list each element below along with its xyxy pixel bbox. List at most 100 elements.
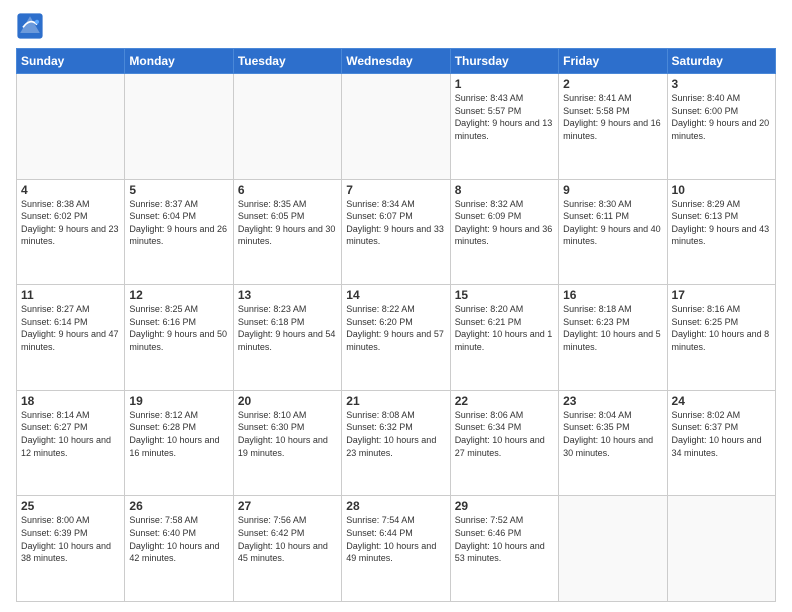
- weekday-header-monday: Monday: [125, 49, 233, 74]
- day-info: Sunrise: 8:43 AMSunset: 5:57 PMDaylight:…: [455, 92, 554, 142]
- day-number: 22: [455, 394, 554, 408]
- day-info: Sunrise: 8:38 AMSunset: 6:02 PMDaylight:…: [21, 198, 120, 248]
- day-number: 20: [238, 394, 337, 408]
- calendar-cell: 23Sunrise: 8:04 AMSunset: 6:35 PMDayligh…: [559, 390, 667, 496]
- day-number: 1: [455, 77, 554, 91]
- calendar-cell: 19Sunrise: 8:12 AMSunset: 6:28 PMDayligh…: [125, 390, 233, 496]
- calendar-cell: 8Sunrise: 8:32 AMSunset: 6:09 PMDaylight…: [450, 179, 558, 285]
- page: SundayMondayTuesdayWednesdayThursdayFrid…: [0, 0, 792, 612]
- day-info: Sunrise: 7:54 AMSunset: 6:44 PMDaylight:…: [346, 514, 445, 564]
- calendar-header-row: SundayMondayTuesdayWednesdayThursdayFrid…: [17, 49, 776, 74]
- weekday-header-wednesday: Wednesday: [342, 49, 450, 74]
- calendar-cell: 16Sunrise: 8:18 AMSunset: 6:23 PMDayligh…: [559, 285, 667, 391]
- day-info: Sunrise: 8:40 AMSunset: 6:00 PMDaylight:…: [672, 92, 771, 142]
- day-info: Sunrise: 8:14 AMSunset: 6:27 PMDaylight:…: [21, 409, 120, 459]
- generalblue-logo-icon: [16, 12, 44, 40]
- day-info: Sunrise: 8:20 AMSunset: 6:21 PMDaylight:…: [455, 303, 554, 353]
- weekday-header-sunday: Sunday: [17, 49, 125, 74]
- day-number: 19: [129, 394, 228, 408]
- calendar-cell: [125, 74, 233, 180]
- day-number: 7: [346, 183, 445, 197]
- calendar-cell: 1Sunrise: 8:43 AMSunset: 5:57 PMDaylight…: [450, 74, 558, 180]
- day-info: Sunrise: 8:22 AMSunset: 6:20 PMDaylight:…: [346, 303, 445, 353]
- day-info: Sunrise: 8:02 AMSunset: 6:37 PMDaylight:…: [672, 409, 771, 459]
- calendar-week-row: 18Sunrise: 8:14 AMSunset: 6:27 PMDayligh…: [17, 390, 776, 496]
- calendar-cell: 17Sunrise: 8:16 AMSunset: 6:25 PMDayligh…: [667, 285, 775, 391]
- day-info: Sunrise: 8:30 AMSunset: 6:11 PMDaylight:…: [563, 198, 662, 248]
- day-number: 6: [238, 183, 337, 197]
- calendar-cell: [559, 496, 667, 602]
- day-number: 29: [455, 499, 554, 513]
- day-number: 14: [346, 288, 445, 302]
- day-number: 18: [21, 394, 120, 408]
- calendar-cell: 20Sunrise: 8:10 AMSunset: 6:30 PMDayligh…: [233, 390, 341, 496]
- calendar-cell: 14Sunrise: 8:22 AMSunset: 6:20 PMDayligh…: [342, 285, 450, 391]
- day-info: Sunrise: 8:04 AMSunset: 6:35 PMDaylight:…: [563, 409, 662, 459]
- calendar-cell: 6Sunrise: 8:35 AMSunset: 6:05 PMDaylight…: [233, 179, 341, 285]
- day-number: 13: [238, 288, 337, 302]
- day-number: 12: [129, 288, 228, 302]
- calendar-cell: 21Sunrise: 8:08 AMSunset: 6:32 PMDayligh…: [342, 390, 450, 496]
- header: [16, 12, 776, 40]
- calendar-cell: [667, 496, 775, 602]
- day-info: Sunrise: 8:23 AMSunset: 6:18 PMDaylight:…: [238, 303, 337, 353]
- day-info: Sunrise: 8:18 AMSunset: 6:23 PMDaylight:…: [563, 303, 662, 353]
- calendar-cell: 27Sunrise: 7:56 AMSunset: 6:42 PMDayligh…: [233, 496, 341, 602]
- day-number: 27: [238, 499, 337, 513]
- calendar-table: SundayMondayTuesdayWednesdayThursdayFrid…: [16, 48, 776, 602]
- calendar-cell: 29Sunrise: 7:52 AMSunset: 6:46 PMDayligh…: [450, 496, 558, 602]
- day-info: Sunrise: 8:10 AMSunset: 6:30 PMDaylight:…: [238, 409, 337, 459]
- calendar-cell: 22Sunrise: 8:06 AMSunset: 6:34 PMDayligh…: [450, 390, 558, 496]
- calendar-cell: [17, 74, 125, 180]
- calendar-cell: 4Sunrise: 8:38 AMSunset: 6:02 PMDaylight…: [17, 179, 125, 285]
- day-info: Sunrise: 8:32 AMSunset: 6:09 PMDaylight:…: [455, 198, 554, 248]
- calendar-cell: 13Sunrise: 8:23 AMSunset: 6:18 PMDayligh…: [233, 285, 341, 391]
- day-number: 9: [563, 183, 662, 197]
- day-info: Sunrise: 8:12 AMSunset: 6:28 PMDaylight:…: [129, 409, 228, 459]
- day-number: 25: [21, 499, 120, 513]
- calendar-week-row: 25Sunrise: 8:00 AMSunset: 6:39 PMDayligh…: [17, 496, 776, 602]
- day-number: 8: [455, 183, 554, 197]
- day-number: 10: [672, 183, 771, 197]
- day-number: 15: [455, 288, 554, 302]
- day-info: Sunrise: 8:06 AMSunset: 6:34 PMDaylight:…: [455, 409, 554, 459]
- day-number: 23: [563, 394, 662, 408]
- calendar-cell: 26Sunrise: 7:58 AMSunset: 6:40 PMDayligh…: [125, 496, 233, 602]
- day-info: Sunrise: 8:29 AMSunset: 6:13 PMDaylight:…: [672, 198, 771, 248]
- day-number: 24: [672, 394, 771, 408]
- day-number: 4: [21, 183, 120, 197]
- calendar-cell: 2Sunrise: 8:41 AMSunset: 5:58 PMDaylight…: [559, 74, 667, 180]
- calendar-cell: [342, 74, 450, 180]
- day-info: Sunrise: 8:16 AMSunset: 6:25 PMDaylight:…: [672, 303, 771, 353]
- day-info: Sunrise: 8:08 AMSunset: 6:32 PMDaylight:…: [346, 409, 445, 459]
- calendar-cell: 11Sunrise: 8:27 AMSunset: 6:14 PMDayligh…: [17, 285, 125, 391]
- calendar-cell: 15Sunrise: 8:20 AMSunset: 6:21 PMDayligh…: [450, 285, 558, 391]
- day-number: 5: [129, 183, 228, 197]
- day-info: Sunrise: 8:35 AMSunset: 6:05 PMDaylight:…: [238, 198, 337, 248]
- calendar-cell: 3Sunrise: 8:40 AMSunset: 6:00 PMDaylight…: [667, 74, 775, 180]
- day-number: 26: [129, 499, 228, 513]
- day-info: Sunrise: 8:27 AMSunset: 6:14 PMDaylight:…: [21, 303, 120, 353]
- day-number: 17: [672, 288, 771, 302]
- weekday-header-thursday: Thursday: [450, 49, 558, 74]
- day-info: Sunrise: 8:25 AMSunset: 6:16 PMDaylight:…: [129, 303, 228, 353]
- calendar-cell: 10Sunrise: 8:29 AMSunset: 6:13 PMDayligh…: [667, 179, 775, 285]
- day-info: Sunrise: 7:52 AMSunset: 6:46 PMDaylight:…: [455, 514, 554, 564]
- day-info: Sunrise: 8:41 AMSunset: 5:58 PMDaylight:…: [563, 92, 662, 142]
- calendar-cell: 28Sunrise: 7:54 AMSunset: 6:44 PMDayligh…: [342, 496, 450, 602]
- calendar-week-row: 1Sunrise: 8:43 AMSunset: 5:57 PMDaylight…: [17, 74, 776, 180]
- calendar-cell: 25Sunrise: 8:00 AMSunset: 6:39 PMDayligh…: [17, 496, 125, 602]
- calendar-week-row: 11Sunrise: 8:27 AMSunset: 6:14 PMDayligh…: [17, 285, 776, 391]
- calendar-cell: 9Sunrise: 8:30 AMSunset: 6:11 PMDaylight…: [559, 179, 667, 285]
- calendar-cell: 12Sunrise: 8:25 AMSunset: 6:16 PMDayligh…: [125, 285, 233, 391]
- day-number: 21: [346, 394, 445, 408]
- calendar-cell: 18Sunrise: 8:14 AMSunset: 6:27 PMDayligh…: [17, 390, 125, 496]
- day-info: Sunrise: 8:00 AMSunset: 6:39 PMDaylight:…: [21, 514, 120, 564]
- calendar-week-row: 4Sunrise: 8:38 AMSunset: 6:02 PMDaylight…: [17, 179, 776, 285]
- day-info: Sunrise: 8:37 AMSunset: 6:04 PMDaylight:…: [129, 198, 228, 248]
- calendar-cell: 7Sunrise: 8:34 AMSunset: 6:07 PMDaylight…: [342, 179, 450, 285]
- day-number: 28: [346, 499, 445, 513]
- weekday-header-tuesday: Tuesday: [233, 49, 341, 74]
- day-number: 2: [563, 77, 662, 91]
- day-info: Sunrise: 7:56 AMSunset: 6:42 PMDaylight:…: [238, 514, 337, 564]
